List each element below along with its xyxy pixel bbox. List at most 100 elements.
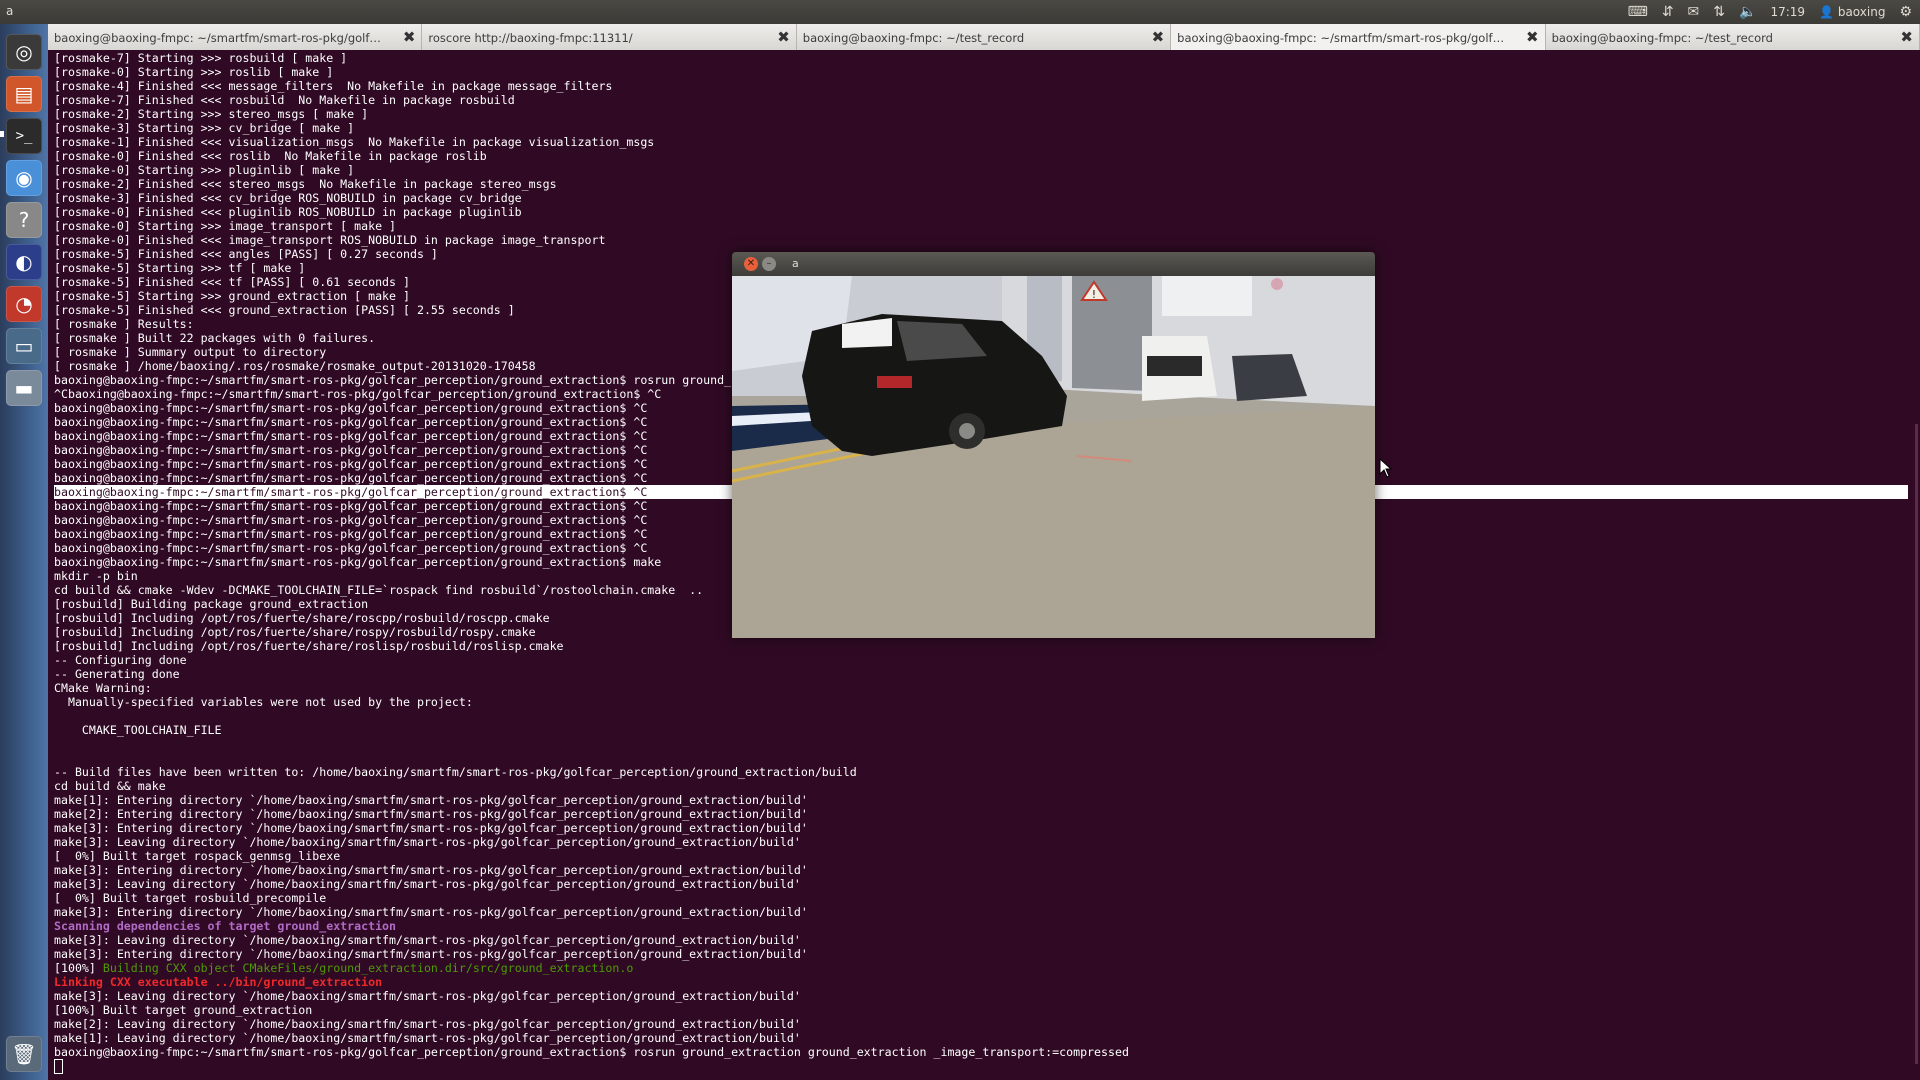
terminal-line: make[3]: Leaving directory `/home/baoxin… — [54, 989, 1914, 1003]
terminal-icon[interactable]: >_ — [6, 118, 42, 154]
mail-icon[interactable]: ✉ — [1688, 3, 1700, 21]
terminal-tab-label: roscore http://baoxing-fmpc:11311/ — [428, 31, 633, 45]
terminal-line: [rosmake-0] Starting >>> image_transport… — [54, 219, 1914, 233]
close-tab-icon[interactable]: ✖ — [1900, 28, 1913, 46]
eclipse-icon[interactable]: ◐ — [6, 244, 42, 280]
terminal-line-text: make[3]: Leaving directory `/home/baoxin… — [54, 877, 801, 891]
terminal-cursor-line[interactable] — [54, 1059, 1914, 1074]
terminal-tab[interactable]: roscore http://baoxing-fmpc:11311/ ✖ — [422, 24, 797, 50]
terminal-line-text: baoxing@baoxing-fmpc:~/smartfm/smart-ros… — [54, 1045, 1129, 1059]
terminal-scrollbar[interactable] — [1915, 424, 1918, 1064]
terminal-line-text: [100%] Built target ground_extraction — [54, 1003, 313, 1017]
keyboard-icon[interactable]: ⌨ — [1628, 3, 1648, 21]
terminal-line: make[3]: Entering directory `/home/baoxi… — [54, 947, 1914, 961]
close-tab-icon[interactable]: ✖ — [1152, 28, 1165, 46]
terminal-line-text: [ rosmake ] /home/baoxing/.ros/rosmake/r… — [54, 359, 536, 373]
terminal-line: make[3]: Entering directory `/home/baoxi… — [54, 905, 1914, 919]
terminal-line-text: [rosmake-5] Finished <<< ground_extracti… — [54, 303, 515, 317]
help-icon[interactable]: ? — [6, 202, 42, 238]
terminal-line: [rosmake-0] Finished <<< roslib No Makef… — [54, 149, 1914, 163]
terminal-line-text: CMake Warning: — [54, 681, 152, 695]
volume-icon[interactable]: 🔈 — [1739, 3, 1756, 21]
terminal-line: make[3]: Leaving directory `/home/baoxin… — [54, 877, 1914, 891]
browser-icon[interactable]: ◉ — [6, 160, 42, 196]
terminal-line-text: [rosmake-0] Finished <<< roslib No Makef… — [54, 149, 487, 163]
terminal-line-text: baoxing@baoxing-fmpc:~/smartfm/smart-ros… — [54, 513, 648, 527]
terminal-line-text: Manually-specified variables were not us… — [54, 695, 473, 709]
transfer-icon[interactable]: ⇅ — [1713, 3, 1725, 21]
terminal-line-text: baoxing@baoxing-fmpc:~/smartfm/smart-ros… — [54, 457, 648, 471]
terminal-line: [rosmake-2] Starting >>> stereo_msgs [ m… — [54, 107, 1914, 121]
terminal-line-text: cd build && make — [54, 779, 166, 793]
terminal-line-text: -- Generating done — [54, 667, 180, 681]
user-name: baoxing — [1837, 5, 1886, 19]
trash-icon[interactable]: 🗑 — [6, 1036, 42, 1072]
terminal-line: [rosmake-0] Finished <<< image_transport… — [54, 233, 1914, 247]
terminal-line-text: [rosmake-3] Finished <<< cv_bridge ROS_N… — [54, 191, 522, 205]
terminal-line-text: [rosmake-5] Finished <<< angles [PASS] [… — [54, 247, 438, 261]
terminal-line-text: make[3]: Leaving directory `/home/baoxin… — [54, 933, 801, 947]
close-tab-icon[interactable]: ✖ — [403, 28, 416, 46]
user-menu[interactable]: 👤 baoxing — [1819, 5, 1885, 19]
terminal-line-text: baoxing@baoxing-fmpc:~/smartfm/smart-ros… — [54, 401, 648, 415]
image-window-title: a — [792, 257, 799, 270]
image-window[interactable]: ✕ – a ! — [732, 252, 1375, 638]
terminal-line: [rosmake-0] Finished <<< pluginlib ROS_N… — [54, 205, 1914, 219]
close-icon[interactable]: ✕ — [744, 257, 758, 271]
terminal-line-text: [ 0%] Built target rospack_genmsg_libexe — [54, 849, 341, 863]
terminal-line: -- Build files have been written to: /ho… — [54, 765, 1914, 779]
terminal-line-text: ^Cbaoxing@baoxing-fmpc:~/smartfm/smart-r… — [54, 387, 662, 401]
close-tab-icon[interactable]: ✖ — [1526, 28, 1539, 46]
terminal-line: Linking CXX executable ../bin/ground_ext… — [54, 975, 1914, 989]
terminal-line-text: [rosmake-0] Starting >>> pluginlib [ mak… — [54, 163, 355, 177]
terminal-line: make[3]: Entering directory `/home/baoxi… — [54, 863, 1914, 877]
terminal-line-text: [rosmake-0] Finished <<< pluginlib ROS_N… — [54, 205, 522, 219]
terminal-line-text: baoxing@baoxing-fmpc:~/smartfm/smart-ros… — [54, 415, 648, 429]
image-window-titlebar[interactable]: ✕ – a — [732, 252, 1375, 276]
terminal-line: [100%] Building CXX object CMakeFiles/gr… — [54, 961, 1914, 975]
terminal-line-text: mkdir -p bin — [54, 569, 138, 583]
terminal-tab-label: baoxing@baoxing-fmpc: ~/smartfm/smart-ro… — [54, 31, 384, 45]
files-icon[interactable]: ▤ — [6, 76, 42, 112]
dash-home-icon[interactable]: ◎ — [6, 34, 42, 70]
terminal-line: Scanning dependencies of target ground_e… — [54, 919, 1914, 933]
terminal-line-text: -- Configuring done — [54, 653, 187, 667]
terminal-tab-label: baoxing@baoxing-fmpc: ~/test_record — [802, 31, 1025, 45]
close-tab-icon[interactable]: ✖ — [777, 28, 790, 46]
terminal-line-text: [rosmake-0] Starting >>> roslib [ make ] — [54, 65, 334, 79]
clock[interactable]: 17:19 — [1770, 5, 1805, 19]
terminal-line-text: make[3]: Entering directory `/home/baoxi… — [54, 905, 808, 919]
terminal-line: [rosmake-2] Finished <<< stereo_msgs No … — [54, 177, 1914, 191]
terminal-line-text: [rosmake-0] Finished <<< image_transport… — [54, 233, 606, 247]
drive-icon[interactable]: ▬ — [6, 370, 42, 406]
svg-text:!: ! — [1092, 288, 1096, 301]
terminal-tab[interactable]: baoxing@baoxing-fmpc: ~/test_record ✖ — [797, 24, 1172, 50]
terminal-line: baoxing@baoxing-fmpc:~/smartfm/smart-ros… — [54, 1045, 1914, 1059]
terminal-line: [rosmake-1] Finished <<< visualization_m… — [54, 135, 1914, 149]
text-cursor — [54, 1059, 63, 1074]
terminal-line: [rosbuild] Including /opt/ros/fuerte/sha… — [54, 639, 1914, 653]
terminal-line-text: make[3]: Entering directory `/home/baoxi… — [54, 947, 808, 961]
terminal-line-text: -- Build files have been written to: /ho… — [54, 765, 857, 779]
terminal-tab[interactable]: baoxing@baoxing-fmpc: ~/test_record ✖ — [1546, 24, 1920, 50]
terminal-line: make[1]: Leaving directory `/home/baoxin… — [54, 1031, 1914, 1045]
minimize-icon[interactable]: – — [762, 257, 776, 271]
terminal-tab[interactable]: baoxing@baoxing-fmpc: ~/smartfm/smart-ro… — [48, 24, 423, 50]
pdf-reader-icon[interactable]: ◔ — [6, 286, 42, 322]
network-icon[interactable]: ⇵ — [1662, 3, 1674, 21]
terminal-line-text: cd build && cmake -Wdev -DCMAKE_TOOLCHAI… — [54, 583, 704, 597]
terminal-line-text: make[3]: Leaving directory `/home/baoxin… — [54, 835, 801, 849]
terminal-line: CMAKE_TOOLCHAIN_FILE — [54, 723, 1914, 737]
terminal-line-text: [rosmake-5] Starting >>> ground_extracti… — [54, 289, 410, 303]
terminal-tab-bar: baoxing@baoxing-fmpc: ~/smartfm/smart-ro… — [48, 24, 1920, 50]
terminal-line-text: [rosmake-3] Starting >>> cv_bridge [ mak… — [54, 121, 355, 135]
terminal-tab[interactable]: baoxing@baoxing-fmpc: ~/smartfm/smart-ro… — [1171, 24, 1546, 50]
gear-icon[interactable]: ⚙ — [1899, 3, 1912, 21]
terminal-line-text: baoxing@baoxing-fmpc:~/smartfm/smart-ros… — [54, 527, 648, 541]
terminal-line: CMake Warning: — [54, 681, 1914, 695]
terminal-line-text: baoxing@baoxing-fmpc:~/smartfm/smart-ros… — [54, 443, 648, 457]
system-monitor-icon[interactable]: ▭ — [6, 328, 42, 364]
terminal-line-text: [rosbuild] Including /opt/ros/fuerte/sha… — [54, 611, 550, 625]
